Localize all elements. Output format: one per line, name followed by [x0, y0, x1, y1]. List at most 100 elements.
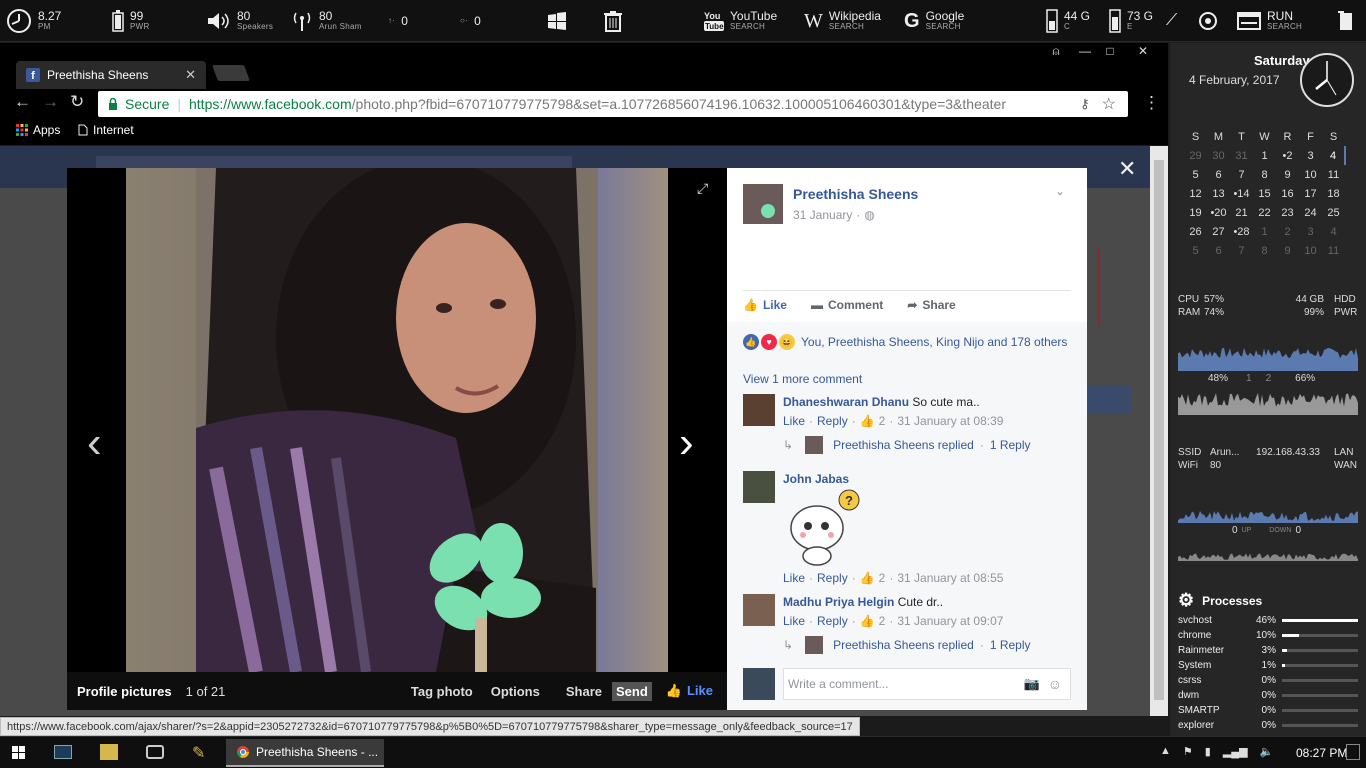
comment-like-count[interactable]: 2 — [879, 614, 886, 628]
calendar-day[interactable]: 12 — [1184, 184, 1207, 203]
send-button[interactable]: Send — [612, 681, 652, 701]
comment-time[interactable]: 31 January at 08:39 — [897, 414, 1003, 428]
reactions-row[interactable]: 👍 ♥ 😆 You, Preethisha Sheens, King Nijo … — [743, 334, 1067, 350]
calendar-day[interactable]: 30 — [1207, 146, 1230, 165]
wikipedia-search[interactable]: W Wikipedia SEARCH — [804, 0, 881, 42]
author-name[interactable]: Preethisha Sheens — [793, 186, 918, 202]
calendar-day[interactable]: 23 — [1276, 203, 1299, 222]
commenter-name[interactable]: Dhaneshwaran Dhanu — [783, 395, 909, 409]
calendar-day[interactable]: 8 — [1253, 165, 1276, 184]
windows-button[interactable] — [546, 0, 568, 42]
calendar-day[interactable]: 1 — [1253, 146, 1276, 165]
calendar-day[interactable]: 18 — [1322, 184, 1345, 203]
calendar-day[interactable]: 4 — [1322, 146, 1346, 165]
menu-icon[interactable]: ⋮ — [1143, 93, 1160, 113]
tools-button[interactable]: ⟋ — [1166, 0, 1177, 42]
new-tab-button[interactable] — [212, 65, 250, 81]
like-photo-button[interactable]: 👍 Like — [666, 683, 713, 699]
google-search[interactable]: G Google SEARCH — [904, 0, 964, 42]
youtube-search[interactable]: You Tube YouTube SEARCH — [704, 0, 777, 42]
share-photo-button[interactable]: Share — [566, 684, 602, 699]
calendar-day[interactable]: •28 — [1230, 222, 1253, 241]
maximize-button[interactable]: □ — [1097, 45, 1123, 59]
calendar-day[interactable]: •20 — [1207, 203, 1230, 222]
comment-like-count[interactable]: 2 — [879, 414, 886, 428]
page-scrollbar[interactable] — [1150, 146, 1168, 716]
taskbar-chrome-window[interactable]: Preethisha Sheens - ... — [226, 739, 384, 767]
close-theater-icon[interactable]: ✕ — [1118, 156, 1136, 182]
tray-expand-icon[interactable]: ▲ — [1160, 745, 1171, 758]
key-icon[interactable]: ⚷ — [1080, 96, 1090, 112]
reply-thread[interactable]: ↳ Preethisha Sheens replied · 1 Reply — [783, 436, 1031, 454]
commenter-avatar[interactable] — [743, 594, 775, 626]
calendar-day[interactable]: 27 — [1207, 222, 1230, 241]
calendar-day[interactable]: 9 — [1276, 241, 1299, 260]
calendar-day[interactable]: •2 — [1276, 146, 1299, 165]
comment-like-count[interactable]: 2 — [879, 571, 886, 585]
signal-icon[interactable]: ▂▄▆ — [1223, 745, 1248, 758]
volume-widget[interactable]: 80 Speakers — [207, 0, 273, 42]
reload-button[interactable]: ↻ — [70, 92, 84, 112]
calendar-day[interactable]: 17 — [1299, 184, 1322, 203]
camera-app-icon[interactable] — [146, 745, 164, 759]
taskbar-clock[interactable]: 08:27 PM — [1296, 746, 1347, 760]
comment-time[interactable]: 31 January at 09:07 — [897, 614, 1003, 628]
calendar-day[interactable]: 15 — [1253, 184, 1276, 203]
flag-icon[interactable]: ⚑ — [1183, 745, 1193, 758]
recycle-bin-button[interactable] — [603, 0, 623, 42]
user-profile-button[interactable]: ⍝ — [1043, 45, 1069, 59]
tab-close-icon[interactable]: ✕ — [185, 67, 196, 83]
commenter-avatar[interactable] — [743, 394, 775, 426]
commenter-avatar[interactable] — [743, 471, 775, 503]
forward-button[interactable]: → — [42, 92, 59, 112]
calendar-day[interactable]: 4 — [1322, 222, 1345, 241]
terminal-icon[interactable] — [54, 745, 72, 759]
calendar-day[interactable]: 7 — [1230, 241, 1253, 260]
calendar-day[interactable]: 5 — [1184, 241, 1207, 260]
author-avatar[interactable] — [743, 184, 783, 224]
pencil-icon[interactable]: ✎ — [192, 743, 205, 763]
calendar-day[interactable]: 6 — [1207, 165, 1230, 184]
tab-facebook[interactable]: f Preethisha Sheens ✕ — [16, 61, 206, 89]
comment-reply-link[interactable]: Reply — [817, 614, 848, 628]
calendar-day[interactable]: 13 — [1207, 184, 1230, 203]
camera-icon[interactable]: 📷 — [1024, 676, 1040, 692]
calendar-day[interactable]: 31 — [1230, 146, 1253, 165]
calendar-day[interactable]: 21 — [1230, 203, 1253, 222]
comment-like-link[interactable]: Like — [783, 614, 805, 628]
comment-like-link[interactable]: Like — [783, 414, 805, 428]
calendar-day[interactable]: 29 — [1184, 146, 1207, 165]
calendar-day[interactable]: 5 — [1184, 165, 1207, 184]
battery-tray-icon[interactable]: ▮ — [1205, 745, 1211, 758]
calendar-day[interactable]: 1 — [1253, 222, 1276, 241]
fullscreen-icon[interactable]: ⤢ — [697, 180, 708, 197]
calendar-day[interactable]: 10 — [1299, 165, 1322, 184]
calendar-day[interactable]: 16 — [1276, 184, 1299, 203]
view-more-comments-link[interactable]: View 1 more comment — [743, 372, 862, 386]
close-window-button[interactable]: ✕ — [1130, 45, 1156, 59]
share-post-button[interactable]: ➦ Share — [907, 298, 955, 312]
next-photo-arrow[interactable]: › — [679, 418, 694, 468]
reactions-text[interactable]: You, Preethisha Sheens, King Nijo and 17… — [801, 335, 1067, 349]
post-options-chevron-icon[interactable]: ⌄ — [1055, 184, 1065, 198]
reply-thread[interactable]: ↳ Preethisha Sheens replied · 1 Reply — [783, 636, 1031, 654]
calendar-day[interactable]: 11 — [1322, 165, 1345, 184]
previous-photo-arrow[interactable]: ‹ — [87, 418, 102, 468]
post-date[interactable]: 31 January — [793, 208, 852, 222]
run-search[interactable]: RUN SEARCH — [1237, 0, 1302, 42]
scrollbar-thumb[interactable] — [1154, 160, 1164, 700]
calendar-day[interactable]: 25 — [1322, 203, 1345, 222]
notes-button[interactable] — [1338, 0, 1354, 42]
calendar-day[interactable]: 8 — [1253, 241, 1276, 260]
calendar-day[interactable]: 24 — [1299, 203, 1322, 222]
comment-time[interactable]: 31 January at 08:55 — [897, 571, 1003, 585]
comment-button[interactable]: ▬ Comment — [811, 298, 883, 312]
minimize-button[interactable]: — — [1072, 45, 1098, 59]
commenter-name[interactable]: John Jabas — [783, 472, 849, 486]
folder-icon[interactable] — [100, 744, 118, 760]
comment-reply-link[interactable]: Reply — [817, 571, 848, 585]
calendar-day[interactable]: 22 — [1253, 203, 1276, 222]
volume-tray-icon[interactable]: 🔈 — [1260, 745, 1274, 758]
comment-reply-link[interactable]: Reply — [817, 414, 848, 428]
cartoon-sticker[interactable]: ? — [783, 488, 863, 566]
